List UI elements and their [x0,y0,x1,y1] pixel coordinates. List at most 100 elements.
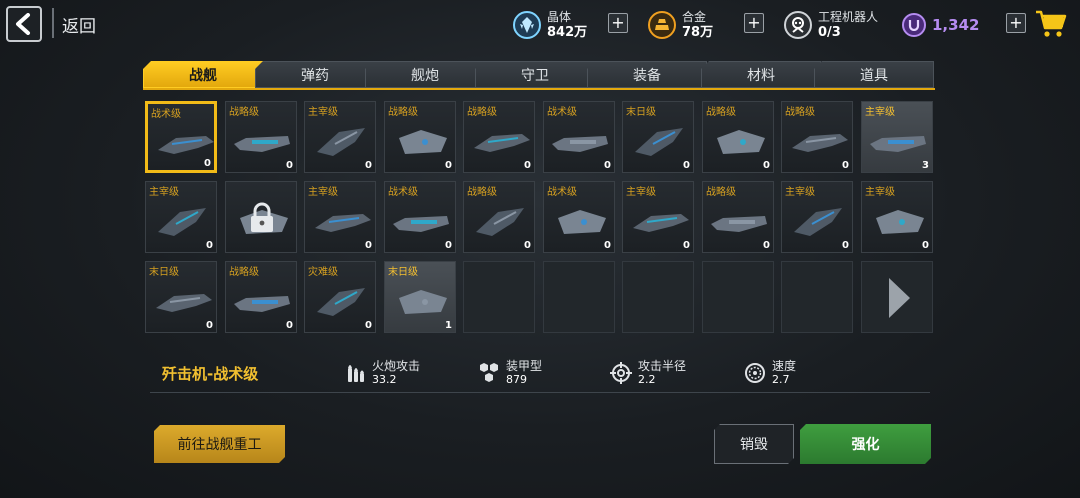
stat-label: 装甲型 [506,359,543,373]
ship-slot[interactable]: 战略级 0 [702,181,774,253]
ship-slot[interactable]: 主宰级 0 [304,181,376,253]
warship-icon [558,210,606,234]
warship-icon [399,130,447,154]
warship-icon [317,288,365,316]
ship-count: 3 [922,160,929,171]
ship-slot[interactable]: 战略级 0 [463,101,535,173]
selected-ship-name: 歼击机-战术级 [162,365,259,383]
ship-grade-label: 末日级 [149,267,179,278]
ship-count: 0 [365,160,372,171]
ship-slot[interactable]: 主宰级 0 [304,101,376,173]
ship-slot[interactable]: 战术级 0 [145,101,217,173]
ship-count: 0 [683,160,690,171]
ship-grade-label: 战术级 [151,109,181,120]
add-crystal-button[interactable]: + [608,13,628,33]
ship-count: 0 [842,240,849,251]
ship-slot[interactable]: 主宰级 0 [622,181,694,253]
warship-icon [158,208,206,236]
crystal-icon [513,11,541,39]
ship-grade-label: 末日级 [388,267,418,278]
ship-slot[interactable]: 战略级 0 [225,101,297,173]
back-label[interactable]: 返回 [62,12,96,37]
ship-count: 0 [922,240,929,251]
ship-slot[interactable]: 末日级 0 [622,101,694,173]
chevron-right-icon [889,278,910,318]
ammo-icon [348,365,364,382]
ship-slot[interactable]: 战术级 0 [384,181,456,253]
shop-button[interactable] [1034,8,1068,40]
empty-slot [622,261,694,333]
ship-slot[interactable]: 主宰级 0 [861,181,933,253]
alloy-resource: 合金 78万 [648,8,713,42]
gem-resource: 1,342 [902,8,979,42]
ship-slot[interactable]: 战略级 0 [702,101,774,173]
warship-icon [792,134,848,152]
ship-grade-label: 灾难级 [308,267,338,278]
add-alloy-button[interactable]: + [744,13,764,33]
ship-grade-label: 战术级 [388,187,418,198]
ship-grade-label: 主宰级 [149,187,179,198]
ship-slot[interactable]: 战略级 0 [384,101,456,173]
stat-label: 火炮攻击 [372,359,421,373]
ship-count: 0 [683,240,690,251]
ship-slot[interactable]: 战略级 0 [225,261,297,333]
locked-slot[interactable] [225,181,297,253]
ship-grade-label: 战略级 [467,187,497,198]
robot-label: 工程机器人 [818,10,879,24]
ship-slot[interactable]: 末日级 0 [145,261,217,333]
ship-grade-label: 主宰级 [785,187,815,198]
ship-grade-label: 战略级 [785,107,815,118]
ship-count: 0 [604,160,611,171]
upgrade-button[interactable]: 强化 [800,424,931,464]
stat-speed: 速度 2.7 [744,359,796,387]
ship-slot[interactable]: 战略级 0 [463,181,535,253]
divider [52,8,54,38]
ship-slot[interactable]: 战术级 0 [543,181,615,253]
alloy-value: 78万 [682,25,714,40]
stat-value: 2.7 [772,373,790,386]
warship-icon [635,128,683,156]
warship-icon [876,210,924,234]
empty-slot [781,261,853,333]
add-gem-button[interactable]: + [1006,13,1026,33]
ship-count: 0 [524,160,531,171]
ship-slot[interactable]: 主宰级 0 [145,181,217,253]
destroy-button[interactable]: 销毁 [714,424,794,464]
ship-grade-label: 主宰级 [308,187,338,198]
ship-grade-label: 战略级 [706,187,736,198]
ship-grade-label: 战术级 [547,107,577,118]
ship-slot[interactable]: 灾难级 0 [304,261,376,333]
ship-slot[interactable]: 战术级 0 [543,101,615,173]
stat-value: 879 [506,373,527,386]
crosshair-icon [610,362,632,384]
selected-ship-info: 歼击机-战术级 火炮攻击 33.2 装甲型 879 攻击半径 2.2 速度 2.… [150,356,930,392]
tab-equipment[interactable]: 装备 [587,61,707,88]
tab-materials[interactable]: 材料 [701,61,821,88]
warship-icon [234,296,290,312]
ship-slot[interactable]: 主宰级 0 [781,181,853,253]
ship-grade-label: 主宰级 [865,187,895,198]
ship-slot[interactable]: 末日级 1 [384,261,456,333]
ship-count: 1 [445,320,452,331]
ship-grade-label: 战略级 [467,107,497,118]
ship-grade-label: 主宰级 [308,107,338,118]
tab-ammo[interactable]: 弹药 [255,61,375,88]
warship-icon [393,216,449,232]
ship-slot[interactable]: 战略级 0 [781,101,853,173]
ship-grade-label: 战略级 [388,107,418,118]
tab-guards[interactable]: 守卫 [475,61,595,88]
tab-warships[interactable]: 战舰 [143,61,263,88]
chevron-left-icon [16,13,30,35]
empty-slot [463,261,535,333]
ship-count: 0 [842,160,849,171]
next-page-button[interactable] [861,261,933,333]
ship-count: 0 [445,160,452,171]
ship-grade-label: 战略级 [229,107,259,118]
goto-shipyard-button[interactable]: 前往战舰重工 [154,425,285,463]
ship-slot[interactable]: 主宰级 3 [861,101,933,173]
back-button[interactable] [6,6,42,42]
stat-value: 2.2 [638,373,656,386]
tab-cannons[interactable]: 舰炮 [365,61,485,88]
empty-slot [543,261,615,333]
tab-items[interactable]: 道具 [814,61,934,88]
